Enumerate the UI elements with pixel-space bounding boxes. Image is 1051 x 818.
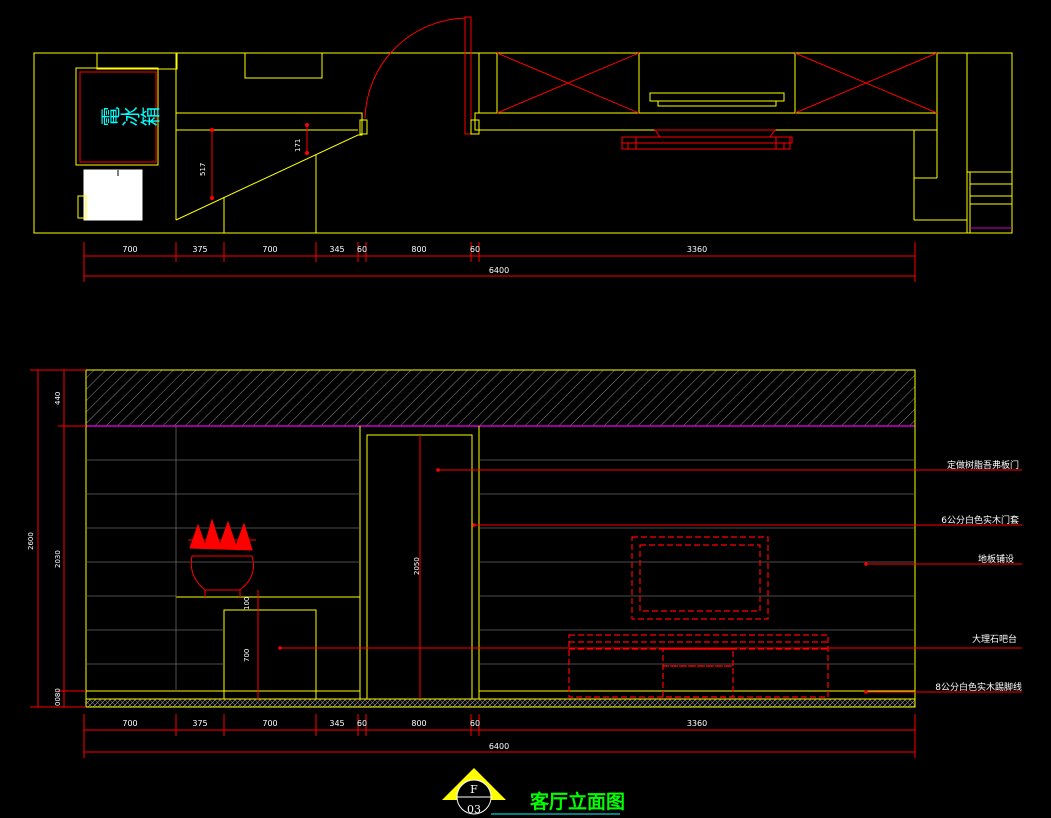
annotation-leaders xyxy=(257,435,1022,699)
plan-dim: 345 xyxy=(329,245,344,254)
elev-dim: 700 xyxy=(122,719,137,728)
elev-total-dim: 6400 xyxy=(489,742,509,751)
elev-dim: 700 xyxy=(262,719,277,728)
dim-marker xyxy=(305,123,309,127)
elev-dim: 800 xyxy=(411,719,426,728)
left-dim: 440 xyxy=(54,392,62,405)
elev-dim: 60 xyxy=(470,719,480,728)
plan-dim: 375 xyxy=(192,245,207,254)
elev-dimension-lines xyxy=(83,714,916,758)
annotation-label: 地板铺设 xyxy=(978,553,1014,565)
dim-marker xyxy=(305,151,309,155)
cad-drawing: 電冰箱 517 171 700 375 700 345 60 800 60 33… xyxy=(27,16,1022,816)
annotation-label: 6公分白色实木门套 xyxy=(941,514,1019,526)
counter-top-dim: 100 xyxy=(243,597,251,610)
drawing-title: 客厅立面图 xyxy=(530,790,625,813)
plan-dim: 800 xyxy=(411,245,426,254)
elev-dim: 3360 xyxy=(687,719,707,728)
door-height-dim: 2050 xyxy=(413,557,421,575)
symbol-number: 03 xyxy=(467,803,481,816)
elev-dim: 345 xyxy=(329,719,344,728)
annotation-text: 定做树脂吾弗板门 6公分白色实木门套 地板铺设 大理石吧台 8公分白色实木踢脚线 xyxy=(935,459,1022,693)
plan-red-details xyxy=(211,52,938,200)
plan-dim: 700 xyxy=(122,245,137,254)
fridge-label: 電冰箱 xyxy=(100,106,160,130)
plan-total-dim: 6400 xyxy=(489,266,509,275)
plan-vdim-171: 171 xyxy=(294,139,302,152)
annotation-label: 定做树脂吾弗板门 xyxy=(947,459,1019,471)
plan-dim: 700 xyxy=(262,245,277,254)
plan-view xyxy=(33,16,1013,234)
annotation-label: 大理石吧台 xyxy=(972,633,1017,645)
annotation-label: 8公分白色实木踢脚线 xyxy=(935,681,1022,693)
plan-vdim-517: 517 xyxy=(199,163,207,176)
left-dim: 0080 xyxy=(54,688,62,706)
plan-dimension-lines xyxy=(83,242,916,282)
plant-vase-icon xyxy=(188,518,256,597)
counter-height-dim: 700 xyxy=(243,649,251,662)
ceiling-hatch xyxy=(85,369,916,427)
left-dimension-lines xyxy=(30,369,86,708)
dim-marker xyxy=(210,128,214,132)
tv-cabinet xyxy=(568,536,829,698)
plan-dim: 60 xyxy=(357,245,367,254)
elev-dim: 60 xyxy=(357,719,367,728)
floor-hatch xyxy=(85,698,916,708)
left-dim: 2030 xyxy=(54,550,62,568)
wall-siding-lines xyxy=(86,426,915,691)
left-total-dim: 2600 xyxy=(27,532,35,550)
elev-dimension-text: 700 375 700 345 60 800 60 3360 6400 xyxy=(122,719,707,751)
plan-dimension-text: 700 375 700 345 60 800 60 3360 6400 xyxy=(122,245,707,275)
plan-dim: 60 xyxy=(470,245,480,254)
symbol-letter: F xyxy=(470,783,478,796)
plan-dim: 3360 xyxy=(687,245,707,254)
elev-dim: 375 xyxy=(192,719,207,728)
dim-marker xyxy=(210,196,214,200)
plan-outer-wall xyxy=(33,52,1013,234)
